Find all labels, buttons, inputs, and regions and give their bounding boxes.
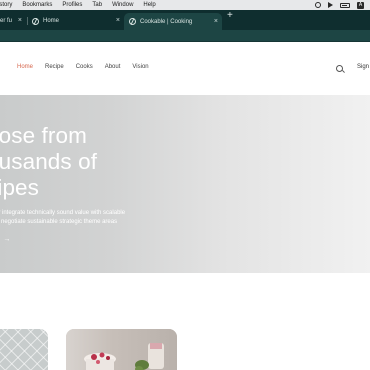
control-center-icon[interactable] (315, 2, 321, 8)
hero-cta-link[interactable]: re → (0, 236, 10, 243)
sign-in-link[interactable]: Sign (357, 64, 369, 70)
site-header: Home Recipe Cooks About Vision Sign (0, 42, 370, 95)
menu-tab[interactable]: Tab (92, 2, 102, 8)
browser-toolbar (0, 30, 370, 42)
tab-title: Cookable | Cooking (140, 18, 193, 25)
globe-icon (129, 18, 136, 25)
tab-title: Home (43, 18, 60, 24)
dessert-illustration (84, 343, 164, 370)
close-icon[interactable]: × (18, 14, 22, 28)
nav-cooks[interactable]: Cooks (76, 64, 93, 70)
hero-subtitle: ly integrate technically sound value wit… (0, 210, 126, 225)
close-icon[interactable]: × (116, 14, 120, 28)
battery-icon[interactable] (340, 2, 350, 8)
menu-profiles[interactable]: Profiles (62, 2, 82, 8)
tab-home[interactable]: Home × (28, 14, 124, 28)
screen: istory Bookmarks Profiles Tab Window Hel… (0, 0, 370, 370)
hero-title: oose from ousands of cipes (0, 123, 98, 200)
menu-window[interactable]: Window (112, 2, 133, 8)
card-image (0, 329, 48, 370)
main-nav: Home Recipe Cooks About Vision (17, 64, 161, 70)
globe-icon (32, 17, 39, 25)
nav-about[interactable]: About (105, 64, 121, 70)
play-icon[interactable] (328, 2, 333, 8)
nav-vision[interactable]: Vision (132, 64, 148, 70)
arrow-right-icon: → (3, 236, 11, 243)
nav-home[interactable]: Home (17, 64, 33, 70)
tab-partial[interactable]: er fu × (0, 14, 26, 28)
hero-banner: oose from ousands of cipes ly integrate … (0, 95, 370, 273)
tab-cookable-active[interactable]: Cookable | Cooking × (124, 13, 222, 30)
status-tray: A (315, 0, 364, 10)
menu-help[interactable]: Help (143, 2, 155, 8)
tab-title: er fu (0, 18, 13, 24)
close-icon[interactable]: × (214, 13, 218, 30)
nav-recipe[interactable]: Recipe (45, 64, 64, 70)
menu-history[interactable]: istory (0, 2, 12, 8)
browser-tab-strip: er fu × Home × Cookable | Cooking × + (0, 10, 370, 30)
pattern-card[interactable] (0, 329, 48, 370)
menu-bookmarks[interactable]: Bookmarks (22, 2, 52, 8)
dessert-card[interactable] (66, 329, 177, 370)
new-tab-button[interactable]: + (227, 8, 233, 24)
user-icon[interactable]: A (357, 1, 364, 9)
macos-menu-bar: istory Bookmarks Profiles Tab Window Hel… (0, 0, 370, 10)
search-icon[interactable] (336, 65, 343, 72)
